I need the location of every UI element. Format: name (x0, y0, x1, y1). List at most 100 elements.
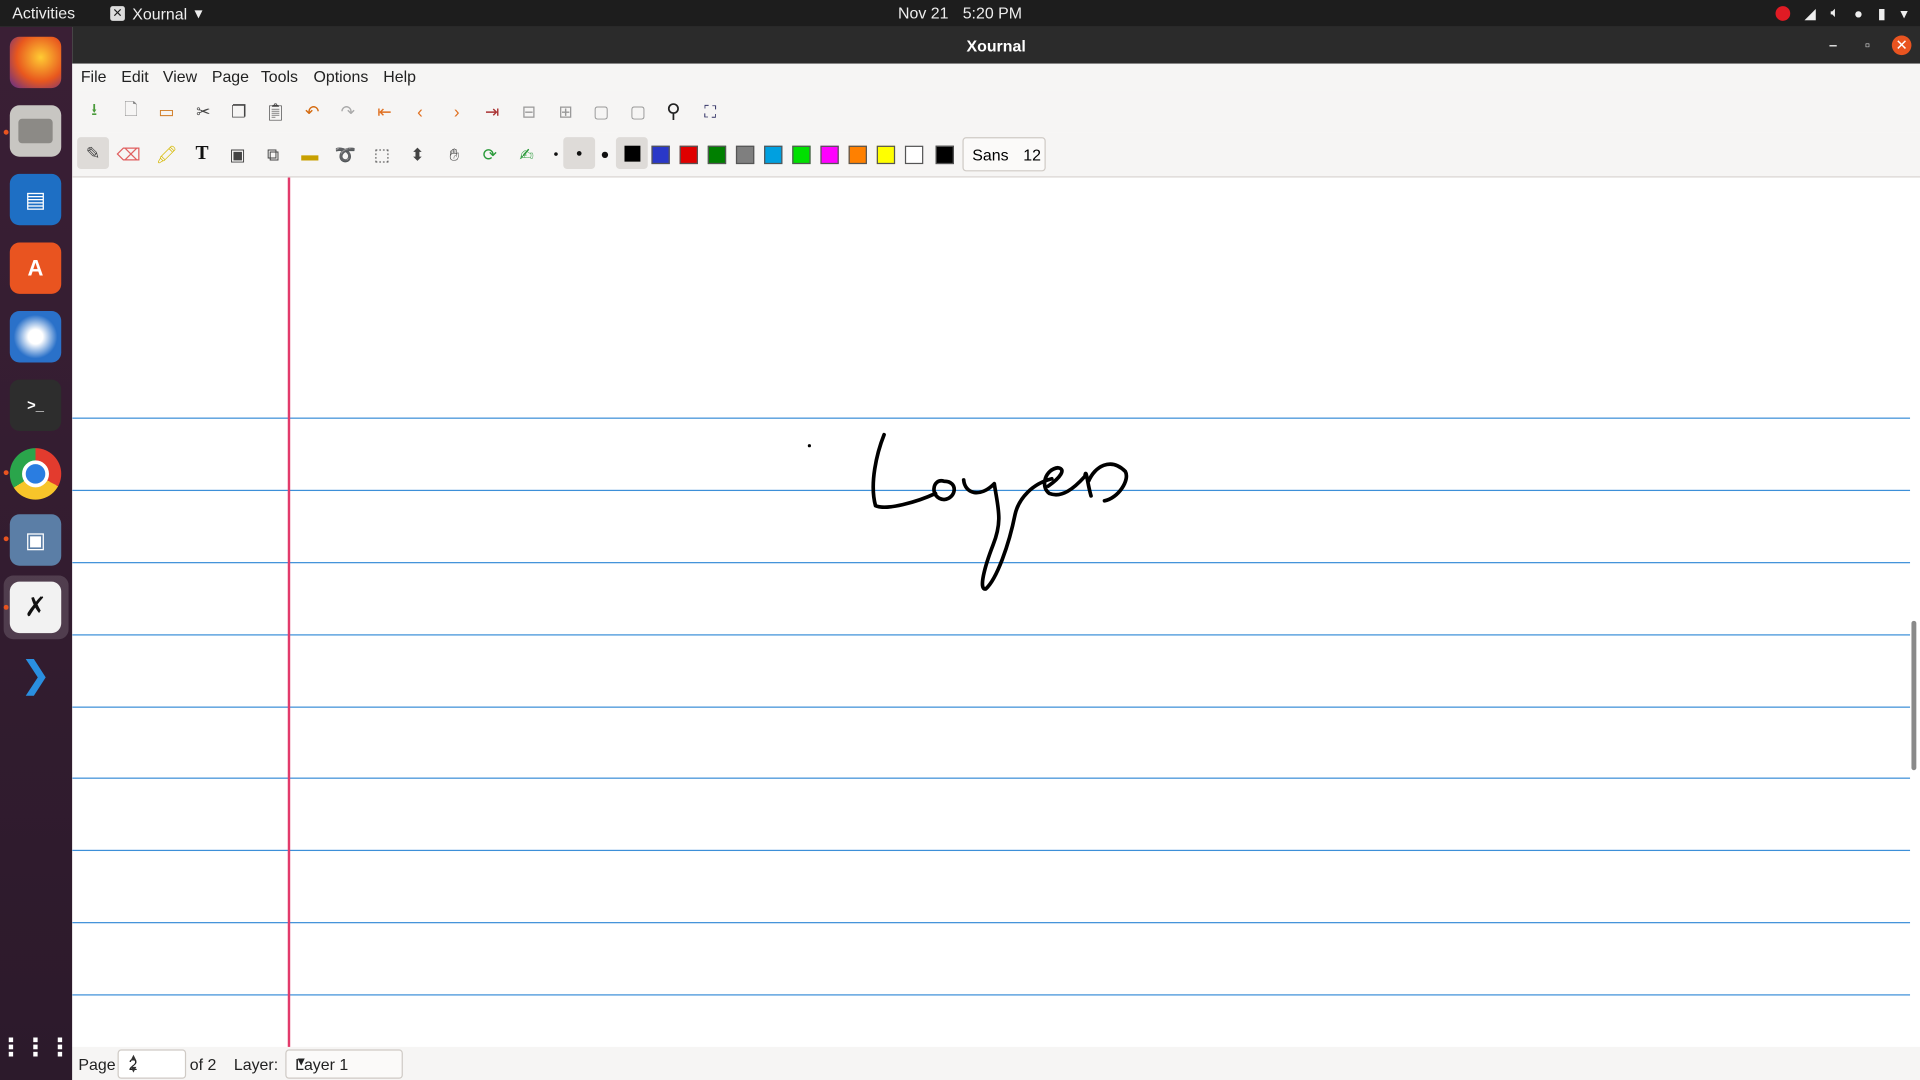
dock: ▤ A >_ ▣ ✗ ❯ ⋮⋮⋮ (0, 26, 72, 1080)
color-magenta-swatch[interactable] (820, 145, 839, 165)
menu-view[interactable]: View (163, 67, 197, 85)
zoom-out-icon[interactable]: ⊟ (516, 98, 543, 125)
firefox-icon[interactable] (9, 36, 62, 89)
spin-down-icon[interactable]: ▼ (129, 1064, 183, 1075)
undo-icon[interactable]: ↶ (299, 98, 326, 125)
previous-page-icon[interactable]: ‹ (407, 98, 434, 125)
page-canvas[interactable] (72, 177, 1911, 1047)
thunderbird-icon[interactable] (9, 311, 62, 363)
color-orange-swatch[interactable] (848, 145, 867, 165)
lasso-select-icon[interactable]: ➰ (332, 141, 359, 168)
terminal-icon[interactable]: >_ (9, 379, 62, 432)
window-title: Xournal (966, 36, 1026, 56)
page-label: Page (78, 1055, 116, 1074)
menu-tools[interactable]: Tools (261, 67, 298, 85)
running-indicator (3, 470, 9, 476)
screen-recorder-icon[interactable]: ▣ (9, 514, 62, 566)
color-gray-swatch[interactable] (735, 145, 755, 165)
paste-icon[interactable]: 📋︎ (262, 98, 289, 125)
save-icon[interactable]: ⭳ (81, 98, 108, 125)
last-page-icon[interactable]: ⇥ (479, 98, 506, 125)
menubar: File Edit View Page Tools Options Help (72, 63, 1920, 91)
main-toolbar: ⭳ 🗋︎ ▭ ✂ ❐ 📋︎ ↶ ↷ ⇤ ‹ › ⇥ ⊟ ⊞ ▢ ▢ ⚲ ⛶ (72, 90, 1920, 133)
handwriting-stroke (807, 432, 1129, 591)
first-page-icon[interactable]: ⇤ (371, 98, 398, 125)
running-indicator (3, 536, 9, 542)
color-black-selected[interactable] (615, 137, 648, 169)
writer-icon[interactable]: ▤ (9, 173, 62, 226)
chevron-down-icon: ▼ (295, 1055, 308, 1069)
pen-icon[interactable]: ✎ (77, 137, 109, 169)
default-tool-icon[interactable]: ⟳ (476, 141, 503, 168)
show-apps-icon[interactable]: ⋮⋮⋮ (0, 1021, 72, 1072)
vertical-space-icon[interactable]: ⬍ (404, 141, 431, 168)
xournal-dock-icon[interactable]: ✗ (9, 581, 62, 634)
menu-help[interactable]: Help (383, 67, 416, 85)
clock[interactable]: Nov 21 5:20 PM (0, 4, 1920, 22)
zoom-fit-icon[interactable]: ⊞ (552, 98, 579, 125)
menu-edit[interactable]: Edit (121, 67, 148, 85)
scrollbar-thumb[interactable] (1911, 620, 1917, 771)
next-page-icon[interactable]: › (443, 98, 470, 125)
running-indicator (3, 129, 9, 135)
minimize-button[interactable]: – (1823, 36, 1843, 56)
redo-icon[interactable]: ↷ (334, 98, 361, 125)
spin-up-icon[interactable]: ▲ (129, 1052, 183, 1063)
battery-icon: ▮ (1877, 4, 1886, 22)
zoom-100-icon[interactable]: ▢ (588, 98, 615, 125)
thick-width-icon[interactable]: ● (591, 141, 618, 168)
rect-select-icon[interactable]: ⬚ (369, 141, 396, 168)
clock-date: Nov 21 (898, 3, 949, 23)
layer-select[interactable]: Layer 1 ▼ (285, 1049, 403, 1079)
color-green-swatch[interactable] (707, 145, 727, 165)
window-titlebar[interactable]: Xournal – ▫ ✕ (72, 26, 1920, 64)
chrome-icon[interactable] (9, 448, 62, 500)
files-icon[interactable] (9, 105, 62, 157)
cut-icon[interactable]: ✂ (190, 98, 217, 125)
color-lightblue-swatch[interactable] (764, 145, 783, 165)
clock-time: 5:20 PM (962, 3, 1022, 23)
text-tool-icon[interactable]: T (189, 141, 216, 168)
system-top-bar: Activities ✕ Xournal ▾ Nov 21 5:20 PM ◢ … (0, 0, 1920, 27)
color-red-swatch[interactable] (679, 145, 698, 165)
vscode-icon[interactable]: ❯ (10, 649, 61, 700)
open-folder-icon[interactable]: ▭ (153, 98, 180, 125)
layer-label: Layer: (233, 1055, 279, 1074)
microphone-icon: ● (1854, 4, 1863, 22)
fullscreen-icon[interactable]: ⛶ (697, 98, 724, 125)
maximize-button[interactable]: ▫ (1858, 36, 1878, 56)
page-count: of 2 (189, 1055, 217, 1074)
shape-recognizer-icon[interactable]: ⧉ (260, 141, 287, 168)
wifi-icon: ◢ (1804, 4, 1816, 22)
search-icon[interactable]: ⚲ (660, 98, 687, 125)
running-indicator (3, 604, 9, 610)
color-picker-swatch[interactable] (935, 145, 954, 165)
font-size: 12 (1023, 145, 1041, 164)
color-blue-swatch[interactable] (651, 145, 670, 165)
zoom-in-icon[interactable]: ▢ (624, 98, 651, 125)
image-tool-icon[interactable]: ▣ (224, 141, 251, 168)
color-yellow-swatch[interactable] (876, 145, 896, 165)
menu-file[interactable]: File (81, 67, 107, 85)
menu-page[interactable]: Page (212, 67, 249, 85)
color-lightgreen-swatch[interactable] (792, 145, 811, 165)
recording-indicator-icon (1775, 5, 1790, 21)
medium-width-icon[interactable]: ● (563, 137, 596, 169)
default-pen-icon[interactable]: ✍︎ (513, 141, 540, 168)
copy-icon[interactable]: ❐ (225, 98, 252, 125)
close-button[interactable]: ✕ (1891, 35, 1912, 56)
menu-options[interactable]: Options (313, 67, 368, 85)
highlighter-icon[interactable]: 🖍︎ (153, 141, 180, 168)
font-button[interactable]: Sans 12 (962, 137, 1046, 172)
ruler-icon[interactable]: ▬ (296, 141, 323, 168)
statusbar: Page 2 ▲ ▼ of 2 Layer: Layer 1 ▼ (72, 1046, 1920, 1080)
page-number-input[interactable]: 2 ▲ ▼ (117, 1049, 187, 1079)
chevron-down-icon: ▾ (1900, 4, 1908, 22)
software-icon[interactable]: A (9, 242, 62, 294)
new-page-icon[interactable]: 🗋︎ (118, 98, 145, 125)
color-white-swatch[interactable] (904, 145, 924, 165)
eraser-icon[interactable]: ⌫ (115, 141, 142, 168)
system-tray[interactable]: ◢ 🔈︎ ● ▮ ▾ (1775, 4, 1908, 22)
hand-tool-icon[interactable]: ✋︎ (441, 141, 468, 168)
vertical-scrollbar[interactable] (1910, 177, 1920, 1047)
